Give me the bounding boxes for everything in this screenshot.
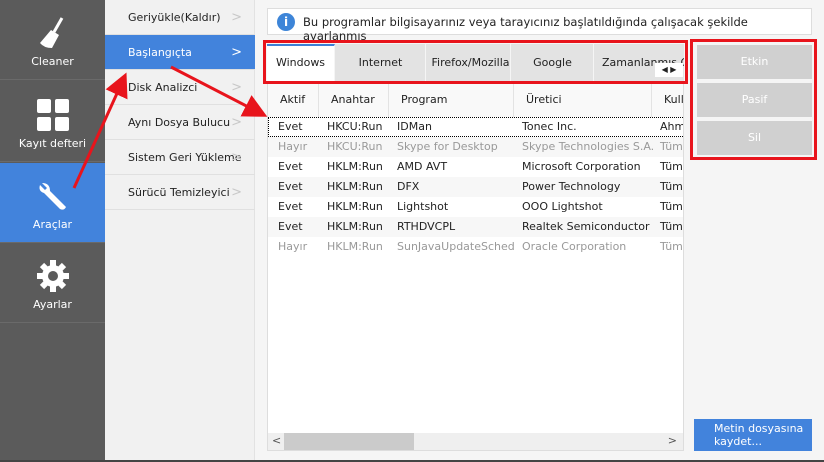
- submenu-label: Disk Analizci: [128, 81, 198, 94]
- info-icon: i: [277, 13, 295, 31]
- table-cell: RTHDVCPL: [397, 220, 456, 233]
- table-row[interactable]: Evet HKLM:Run AMD AVT Microsoft Corporation…: [268, 157, 683, 177]
- table-cell: HKLM:Run: [327, 180, 383, 193]
- submenu-label: Aynı Dosya Bulucu: [128, 116, 231, 129]
- table-cell: Tüm: [660, 200, 683, 213]
- table-row[interactable]: Evet HKCU:Run IDMan Tonec Inc. Ahmet: [268, 117, 683, 137]
- table-cell: Power Technology: [522, 180, 621, 193]
- sidebar-item-cleaner[interactable]: Cleaner: [0, 0, 105, 80]
- table-cell: Skype for Desktop: [397, 140, 498, 153]
- sidebar-item-settings[interactable]: Ayarlar: [0, 243, 105, 323]
- table-cell: HKLM:Run: [327, 200, 383, 213]
- scrollbar-thumb[interactable]: [284, 433, 414, 450]
- table-cell: Lightshot: [397, 200, 449, 213]
- table-cell: HKLM:Run: [327, 160, 383, 173]
- column-header-publisher[interactable]: Üretici: [514, 83, 652, 117]
- table-cell: HKCU:Run: [327, 140, 383, 153]
- gear-icon: [37, 260, 69, 292]
- table-cell: Microsoft Corporation: [522, 160, 641, 173]
- table-cell: Evet: [278, 120, 303, 133]
- submenu-label: Sürücü Temizleyici: [128, 186, 230, 199]
- table-cell: Evet: [278, 220, 303, 233]
- chevron-right-icon: >: [231, 10, 242, 25]
- table-cell: Ahmet: [660, 120, 683, 133]
- table-cell: HKLM:Run: [327, 240, 383, 253]
- horizontal-scrollbar[interactable]: < >: [268, 433, 683, 450]
- chevron-right-icon: >: [231, 115, 242, 130]
- annotation-box-tabs: [263, 40, 688, 84]
- submenu-item-uninstall[interactable]: Geriyükle(Kaldır) >: [105, 0, 255, 35]
- sidebar: Cleaner Kayıt defteri Araçlar Ayarlar: [0, 0, 105, 462]
- table-row[interactable]: Hayır HKCU:Run Skype for Desktop Skype Tech…: [268, 137, 683, 157]
- submenu-item-system-restore[interactable]: Sistem Geri Yükleme >: [105, 140, 255, 175]
- table-cell: Hayır: [278, 140, 308, 153]
- sidebar-item-label: Cleaner: [31, 55, 74, 68]
- annotation-box-actions: [690, 39, 817, 160]
- sidebar-item-tools[interactable]: Araçlar: [0, 163, 105, 243]
- table-cell: Tüm: [660, 240, 683, 253]
- table-cell: HKCU:Run: [327, 120, 383, 133]
- table-cell: Evet: [278, 180, 303, 193]
- table-cell: Oracle Corporation: [522, 240, 627, 253]
- table-cell: SunJavaUpdateSched: [397, 240, 515, 253]
- table-row[interactable]: Evet HKLM:Run DFX Power Technology Tüm: [268, 177, 683, 197]
- table-cell: IDMan: [397, 120, 432, 133]
- submenu-item-driver-cleaner[interactable]: Sürücü Temizleyici >: [105, 175, 255, 210]
- column-header-user[interactable]: Kullanıcı: [652, 83, 683, 117]
- chevron-right-icon: >: [231, 45, 242, 60]
- table-cell: Evet: [278, 160, 303, 173]
- table-cell: Tüm: [660, 220, 683, 233]
- sidebar-item-registry[interactable]: Kayıt defteri: [0, 82, 105, 162]
- chevron-right-icon: >: [231, 80, 242, 95]
- table-cell: HKLM:Run: [327, 220, 383, 233]
- scroll-left-icon[interactable]: <: [272, 434, 281, 447]
- submenu-label: Sistem Geri Yükleme: [128, 151, 242, 164]
- table-cell: Evet: [278, 200, 303, 213]
- table-cell: Skype Technologies S.A.: [522, 140, 655, 153]
- sidebar-item-label: Kayıt defteri: [18, 137, 87, 150]
- table-row[interactable]: Evet HKLM:Run RTHDVCPL Realtek Semiconducto…: [268, 217, 683, 237]
- chevron-right-icon: >: [231, 150, 242, 165]
- column-header-active[interactable]: Aktif: [268, 83, 319, 117]
- table-cell: Tüm: [660, 140, 683, 153]
- column-header-key[interactable]: Anahtar: [319, 83, 389, 117]
- save-to-text-file-button[interactable]: Metin dosyasına kaydet...: [694, 419, 812, 451]
- submenu-label: Başlangıçta: [128, 46, 192, 59]
- sidebar-item-label: Ayarlar: [33, 298, 72, 311]
- sidebar-item-label: Araçlar: [32, 218, 73, 231]
- table-cell: DFX: [397, 180, 420, 193]
- info-bar: i Bu programlar bilgisayarınız veya tara…: [267, 8, 812, 43]
- grid-icon: [37, 99, 69, 131]
- wrench-icon: [39, 183, 66, 210]
- submenu-item-duplicate-finder[interactable]: Aynı Dosya Bulucu >: [105, 105, 255, 140]
- chevron-right-icon: >: [231, 185, 242, 200]
- startup-table: Aktif Anahtar Program Üretici Kullanıcı …: [267, 82, 684, 451]
- tools-submenu: Geriyükle(Kaldır) > Başlangıçta > Disk Ana…: [105, 0, 255, 462]
- table-cell: AMD AVT: [397, 160, 448, 173]
- column-header-program[interactable]: Program: [389, 83, 514, 117]
- table-cell: Tonec Inc.: [522, 120, 577, 133]
- broom-icon: [40, 17, 64, 48]
- submenu-item-startup[interactable]: Başlangıçta >: [105, 35, 255, 70]
- table-cell: Tüm: [660, 160, 683, 173]
- scroll-right-icon[interactable]: >: [668, 434, 677, 447]
- submenu-item-disk-analyzer[interactable]: Disk Analizci >: [105, 70, 255, 105]
- table-cell: OOO Lightshot: [522, 200, 603, 213]
- submenu-label: Geriyükle(Kaldır): [128, 11, 221, 24]
- table-cell: Realtek Semiconductor: [522, 220, 650, 233]
- table-cell: Tüm: [660, 180, 683, 193]
- table-header: Aktif Anahtar Program Üretici Kullanıcı: [268, 83, 683, 117]
- table-row[interactable]: Evet HKLM:Run Lightshot OOO Lightshot Tüm: [268, 197, 683, 217]
- table-cell: Hayır: [278, 240, 308, 253]
- table-row[interactable]: Hayır HKLM:Run SunJavaUpdateSched Oracle Co…: [268, 237, 683, 257]
